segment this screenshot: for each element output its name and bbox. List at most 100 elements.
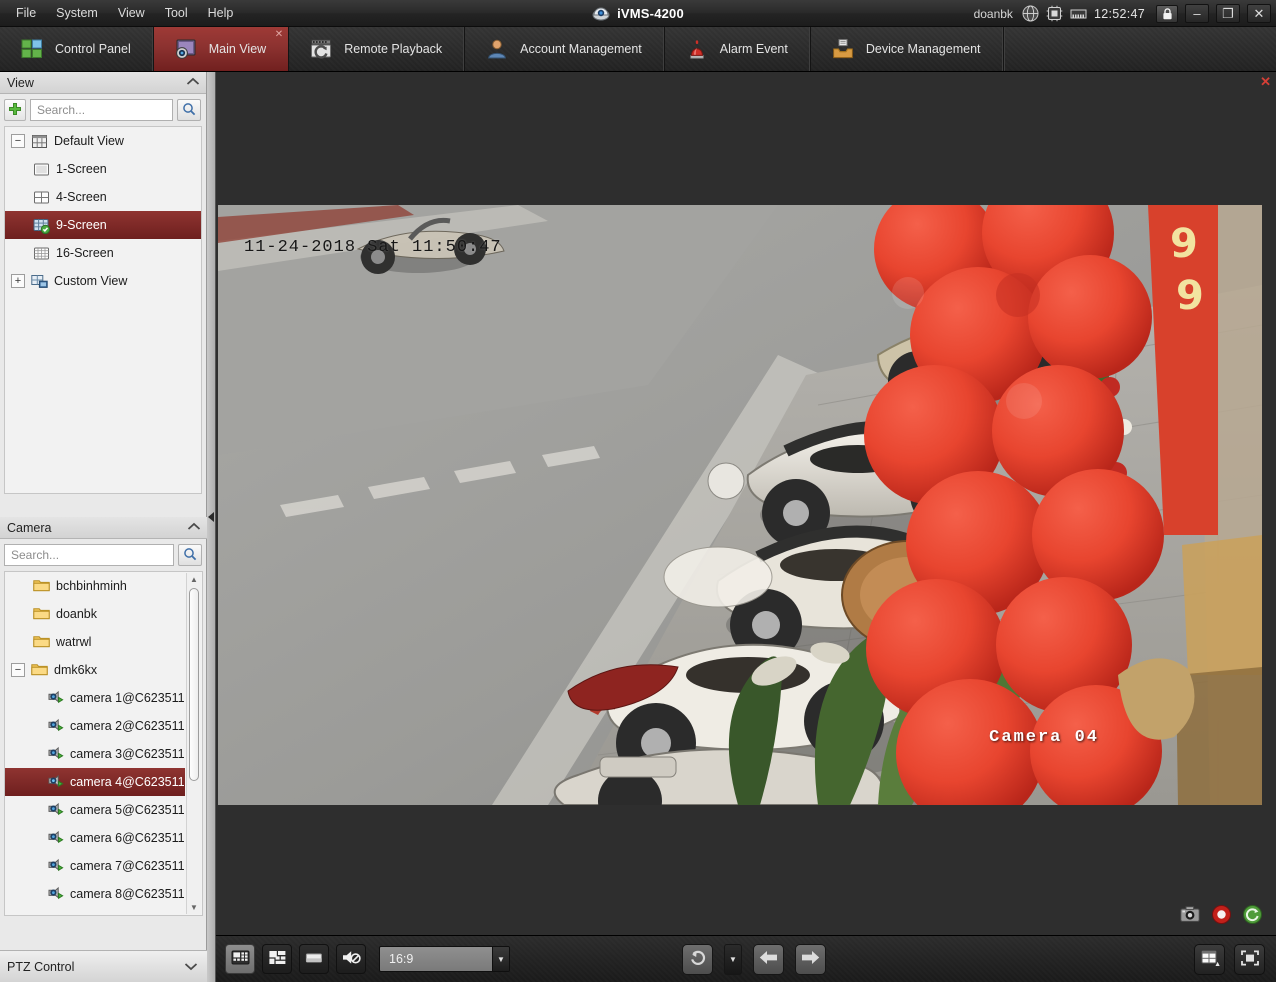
tree-item-camera-7[interactable]: camera 7@C623511...	[5, 852, 185, 880]
tree-item-folder-doanbk[interactable]: doanbk	[5, 600, 185, 628]
chevron-down-icon[interactable]	[184, 960, 198, 974]
tree-item-camera-1[interactable]: camera 1@C623511...	[5, 684, 185, 712]
lock-button[interactable]	[1156, 4, 1178, 23]
tree-item-label: Custom View	[54, 274, 128, 288]
view-panel-header[interactable]: View	[0, 72, 206, 94]
expander-icon[interactable]: +	[11, 274, 25, 288]
tree-item-label: 1-Screen	[56, 162, 107, 176]
minimize-button[interactable]: –	[1185, 4, 1209, 23]
tree-item-camera-2[interactable]: camera 2@C623511...	[5, 712, 185, 740]
camera-list-scrollbar[interactable]: ▲ ▼	[186, 573, 201, 914]
tree-item-label: doanbk	[56, 607, 98, 621]
chevron-up-icon[interactable]	[187, 522, 201, 534]
tree-item-camera-4[interactable]: camera 4@C623511...	[5, 768, 185, 796]
camera-icon	[47, 690, 64, 707]
snapshot-icon[interactable]	[1180, 906, 1200, 926]
bottom-toolbar: 16:9 ▼ ▼ ▲	[216, 935, 1276, 982]
menu-help[interactable]: Help	[198, 2, 244, 24]
close-video-icon[interactable]: ✕	[1260, 75, 1271, 88]
menu-bar: File System View Tool Help	[0, 0, 243, 26]
auto-switch-dropdown[interactable]: ▼	[724, 943, 742, 975]
tree-item-camera-5[interactable]: camera 5@C623511...	[5, 796, 185, 824]
chevron-up-icon[interactable]	[186, 77, 200, 89]
camera-panel: Camera Search... bchbinhminh doanbk watr…	[0, 517, 207, 982]
camera-panel-title: Camera	[7, 520, 52, 535]
tree-item-label: 4-Screen	[56, 190, 107, 204]
aspect-ratio-select[interactable]: 16:9 ▼	[379, 946, 510, 972]
tree-item-1-screen[interactable]: 1-Screen	[5, 155, 201, 183]
scrollbar-thumb[interactable]	[189, 588, 199, 781]
folder-icon	[33, 606, 50, 623]
tree-item-9-screen[interactable]: 9-Screen	[5, 211, 201, 239]
stop-all-button[interactable]	[299, 944, 329, 974]
ram-icon[interactable]	[1070, 5, 1087, 22]
camera-icon	[47, 746, 64, 763]
tree-item-folder-bchbinhminh[interactable]: bchbinhminh	[5, 572, 185, 600]
camera-panel-header[interactable]: Camera	[0, 517, 207, 539]
auto-switch-button[interactable]	[682, 943, 713, 975]
plus-icon	[8, 102, 22, 119]
ptz-control-header[interactable]: PTZ Control	[0, 950, 207, 982]
tab-main-view[interactable]: Main View ✕	[153, 27, 290, 71]
tab-remote-playback[interactable]: Remote Playback	[289, 27, 466, 71]
tree-item-custom-view[interactable]: + Custom View	[5, 267, 201, 295]
ptz-green-icon[interactable]	[1243, 905, 1262, 927]
camera-search-button[interactable]	[178, 544, 202, 566]
mute-button[interactable]	[336, 944, 366, 974]
tab-alarm-event[interactable]: Alarm Event	[665, 27, 811, 71]
scroll-up-arrow[interactable]: ▲	[187, 573, 201, 586]
video-display-area[interactable]: ✕ 9 9 11-24-2018 Sat 11:50:47 Camera 04	[216, 72, 1276, 935]
menu-view[interactable]: View	[108, 2, 155, 24]
next-button[interactable]	[795, 943, 826, 975]
folder-icon	[33, 634, 50, 651]
tab-close-icon[interactable]: ✕	[275, 30, 283, 40]
screen-1-icon	[33, 161, 50, 178]
camera-icon	[47, 830, 64, 847]
tree-item-16-screen[interactable]: 16-Screen	[5, 239, 201, 267]
tree-item-label: 16-Screen	[56, 246, 114, 260]
tree-item-default-view[interactable]: − Default View	[5, 127, 201, 155]
camera-icon	[47, 774, 64, 791]
camera-icon	[47, 914, 64, 915]
tree-item-camera-9[interactable]: camera 9@C623511...	[5, 908, 185, 915]
cpu-icon[interactable]	[1046, 5, 1063, 22]
expander-icon[interactable]: −	[11, 663, 25, 677]
add-view-button[interactable]	[4, 99, 26, 121]
tree-item-camera-8[interactable]: camera 8@C623511...	[5, 880, 185, 908]
live-video-feed[interactable]: 99 11-24-2018 Sat 11:50:47 Camera 04	[218, 205, 1262, 805]
camera-icon	[47, 858, 64, 875]
menu-system[interactable]: System	[46, 2, 108, 24]
tree-item-4-screen[interactable]: 4-Screen	[5, 183, 201, 211]
panel-collapse-handle[interactable]	[208, 512, 214, 522]
globe-icon[interactable]	[1022, 5, 1039, 22]
chevron-down-icon[interactable]: ▼	[492, 947, 509, 971]
view-panel-title: View	[7, 75, 34, 90]
screen-layout-button[interactable]	[225, 944, 255, 974]
window-division-button[interactable]: ▲	[1194, 943, 1225, 975]
panel-splitter[interactable]	[207, 72, 216, 982]
menu-tool[interactable]: Tool	[155, 2, 198, 24]
fullscreen-button[interactable]	[1234, 943, 1265, 975]
title-bar-right: doanbk 12:52:47 – ❐ ✕	[974, 0, 1276, 27]
custom-layout-button[interactable]	[262, 944, 292, 974]
tab-device-management[interactable]: Device Management	[811, 27, 1004, 71]
scroll-down-arrow[interactable]: ▼	[187, 901, 201, 914]
division-menu-arrow-icon[interactable]: ▲	[1214, 961, 1221, 968]
maximize-button[interactable]: ❐	[1216, 4, 1240, 23]
tree-item-folder-watrwl[interactable]: watrwl	[5, 628, 185, 656]
camera-search-input[interactable]: Search...	[4, 544, 174, 566]
menu-file[interactable]: File	[6, 2, 46, 24]
record-dot-icon[interactable]	[1212, 905, 1231, 927]
view-search-input[interactable]: Search...	[30, 99, 173, 121]
video-frame-content: 99	[218, 205, 1262, 805]
tree-item-camera-6[interactable]: camera 6@C623511...	[5, 824, 185, 852]
tab-account-management[interactable]: Account Management	[465, 27, 665, 71]
close-button[interactable]: ✕	[1247, 4, 1271, 23]
tree-item-folder-dmk6kx[interactable]: − dmk6kx	[5, 656, 185, 684]
view-search-button[interactable]	[177, 99, 201, 121]
tab-control-panel[interactable]: Control Panel	[0, 27, 154, 71]
expander-icon[interactable]: −	[11, 134, 25, 148]
tab-label: Remote Playback	[344, 42, 443, 56]
previous-button[interactable]	[753, 943, 784, 975]
tree-item-camera-3[interactable]: camera 3@C623511...	[5, 740, 185, 768]
